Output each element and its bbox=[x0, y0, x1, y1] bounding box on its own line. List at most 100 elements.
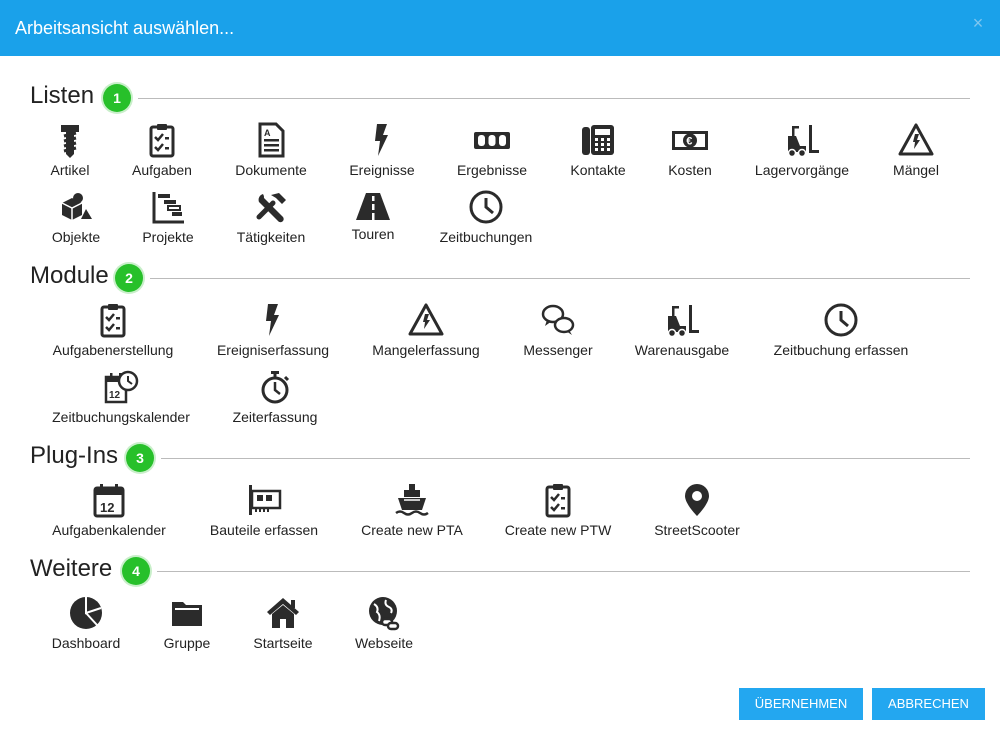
module-item-zeitbuchungskalender[interactable]: 12 Zeitbuchungskalender bbox=[48, 369, 194, 425]
folder-icon bbox=[169, 595, 205, 631]
phone-icon bbox=[580, 122, 616, 158]
item-label: Tätigkeiten bbox=[236, 229, 306, 245]
item-label: Artikel bbox=[50, 162, 90, 178]
item-label: Projekte bbox=[142, 229, 194, 245]
listen-item-taetigkeiten[interactable]: Tätigkeiten bbox=[234, 189, 308, 245]
weitere-item-webseite[interactable]: Webseite bbox=[350, 595, 418, 651]
forklift-icon bbox=[784, 122, 820, 158]
section-divider bbox=[157, 571, 970, 572]
section-badge: 4 bbox=[122, 557, 150, 585]
item-label: Webseite bbox=[354, 635, 414, 651]
section-badge: 1 bbox=[103, 84, 131, 112]
item-label: Aufgabenkalender bbox=[52, 522, 166, 538]
item-label: Ereignisse bbox=[349, 162, 415, 178]
listen-item-kontakte[interactable]: Kontakte bbox=[565, 122, 631, 178]
module-item-ereigniserfassung[interactable]: Ereigniserfassung bbox=[212, 302, 334, 358]
listen-item-artikel[interactable]: Artikel bbox=[40, 122, 100, 178]
section-title: Module bbox=[30, 262, 109, 289]
svg-text:A: A bbox=[264, 128, 271, 138]
item-label: Ergebnisse bbox=[456, 162, 528, 178]
item-label: Ereigniserfassung bbox=[216, 342, 330, 358]
plugin-item-create-new-ptw[interactable]: Create new PTW bbox=[500, 482, 616, 538]
plugin-item-streetscooter[interactable]: StreetScooter bbox=[648, 482, 746, 538]
module-item-messenger[interactable]: Messenger bbox=[518, 302, 598, 358]
gantt-icon bbox=[150, 189, 186, 225]
item-label: Aufgabenerstellung bbox=[52, 342, 174, 358]
objects-icon bbox=[58, 189, 94, 225]
listen-item-aufgaben[interactable]: Aufgaben bbox=[128, 122, 196, 178]
home-icon bbox=[265, 595, 301, 631]
svg-text:12: 12 bbox=[100, 500, 114, 515]
item-label: Dashboard bbox=[51, 635, 121, 651]
section-title: Weitere bbox=[30, 555, 113, 582]
item-label: Messenger bbox=[523, 342, 593, 358]
item-label: Kontakte bbox=[570, 162, 626, 178]
accept-button[interactable]: ÜBERNEHMEN bbox=[739, 688, 863, 720]
map-pin-icon bbox=[679, 482, 715, 518]
pie-chart-icon bbox=[68, 595, 104, 631]
plugin-item-bauteile-erfassen[interactable]: Bauteile erfassen bbox=[204, 482, 324, 538]
document-icon: A bbox=[253, 122, 289, 158]
listen-item-kosten[interactable]: € Kosten bbox=[663, 122, 717, 178]
section-module: Module 2 bbox=[30, 262, 970, 296]
forklift-icon bbox=[664, 302, 700, 338]
listen-item-dokumente[interactable]: A Dokumente bbox=[230, 122, 312, 178]
listen-item-objekte[interactable]: Objekte bbox=[46, 189, 106, 245]
stopwatch-icon bbox=[257, 369, 293, 405]
item-label: Warenausgabe bbox=[634, 342, 730, 358]
clock-icon bbox=[823, 302, 859, 338]
listen-item-ergebnisse[interactable]: Ergebnisse bbox=[454, 122, 530, 178]
cancel-button[interactable]: ABBRECHEN bbox=[872, 688, 985, 720]
listen-item-ereignisse[interactable]: Ereignisse bbox=[345, 122, 419, 178]
item-label: Gruppe bbox=[163, 635, 211, 651]
module-item-warenausgabe[interactable]: Warenausgabe bbox=[630, 302, 734, 358]
listen-item-maengel[interactable]: Mängel bbox=[886, 122, 946, 178]
warning-icon bbox=[408, 302, 444, 338]
item-label: Zeitbuchungen bbox=[439, 229, 533, 245]
section-title: Plug-Ins bbox=[30, 442, 119, 469]
item-label: Aufgaben bbox=[132, 162, 192, 178]
item-label: Mangelerfassung bbox=[372, 342, 480, 358]
counter-icon bbox=[474, 122, 510, 158]
lightning-icon bbox=[255, 302, 291, 338]
item-label: Zeitbuchungskalender bbox=[52, 409, 190, 425]
module-item-zeitbuchung-erfassen[interactable]: Zeitbuchung erfassen bbox=[768, 302, 914, 358]
close-icon[interactable]: × bbox=[970, 14, 986, 32]
section-divider bbox=[161, 458, 970, 459]
calendar-clock-icon: 12 bbox=[103, 369, 139, 405]
weitere-item-gruppe[interactable]: Gruppe bbox=[158, 595, 216, 651]
euro-banknote-icon: € bbox=[672, 122, 708, 158]
dialog-title: Arbeitsansicht auswählen... bbox=[15, 18, 235, 38]
item-label: Zeiterfassung bbox=[232, 409, 318, 425]
module-item-zeiterfassung[interactable]: Zeiterfassung bbox=[226, 369, 324, 425]
weitere-item-dashboard[interactable]: Dashboard bbox=[48, 595, 124, 651]
module-item-aufgabenerstellung[interactable]: Aufgabenerstellung bbox=[48, 302, 178, 358]
item-label: Zeitbuchung erfassen bbox=[773, 342, 909, 358]
plugin-item-aufgabenkalender[interactable]: 12 Aufgabenkalender bbox=[48, 482, 170, 538]
ship-icon bbox=[394, 482, 430, 518]
section-title: Listen bbox=[30, 82, 95, 109]
chat-icon bbox=[540, 302, 576, 338]
section-listen: Listen 1 bbox=[30, 82, 970, 116]
circuit-card-icon bbox=[246, 482, 282, 518]
lightning-icon bbox=[364, 122, 400, 158]
section-badge: 2 bbox=[115, 264, 143, 292]
clock-icon bbox=[468, 189, 504, 225]
item-label: Create new PTW bbox=[504, 522, 612, 538]
item-label: Mängel bbox=[893, 162, 939, 178]
listen-item-zeitbuchungen[interactable]: Zeitbuchungen bbox=[436, 189, 536, 245]
item-label: Startseite bbox=[253, 635, 313, 651]
section-plugins: Plug-Ins 3 bbox=[30, 442, 970, 476]
listen-item-touren[interactable]: Touren bbox=[343, 189, 403, 242]
weitere-item-startseite[interactable]: Startseite bbox=[249, 595, 317, 651]
listen-item-projekte[interactable]: Projekte bbox=[137, 189, 199, 245]
item-label: Bauteile erfassen bbox=[209, 522, 319, 538]
item-label: Dokumente bbox=[235, 162, 307, 178]
module-item-mangelerfassung[interactable]: Mangelerfassung bbox=[368, 302, 484, 358]
screw-icon bbox=[52, 122, 88, 158]
item-label: Kosten bbox=[668, 162, 712, 178]
clipboard-check-icon bbox=[144, 122, 180, 158]
plugin-item-create-new-pta[interactable]: Create new PTA bbox=[356, 482, 468, 538]
section-divider bbox=[138, 98, 970, 99]
listen-item-lagervorgaenge[interactable]: Lagervorgänge bbox=[750, 122, 854, 178]
